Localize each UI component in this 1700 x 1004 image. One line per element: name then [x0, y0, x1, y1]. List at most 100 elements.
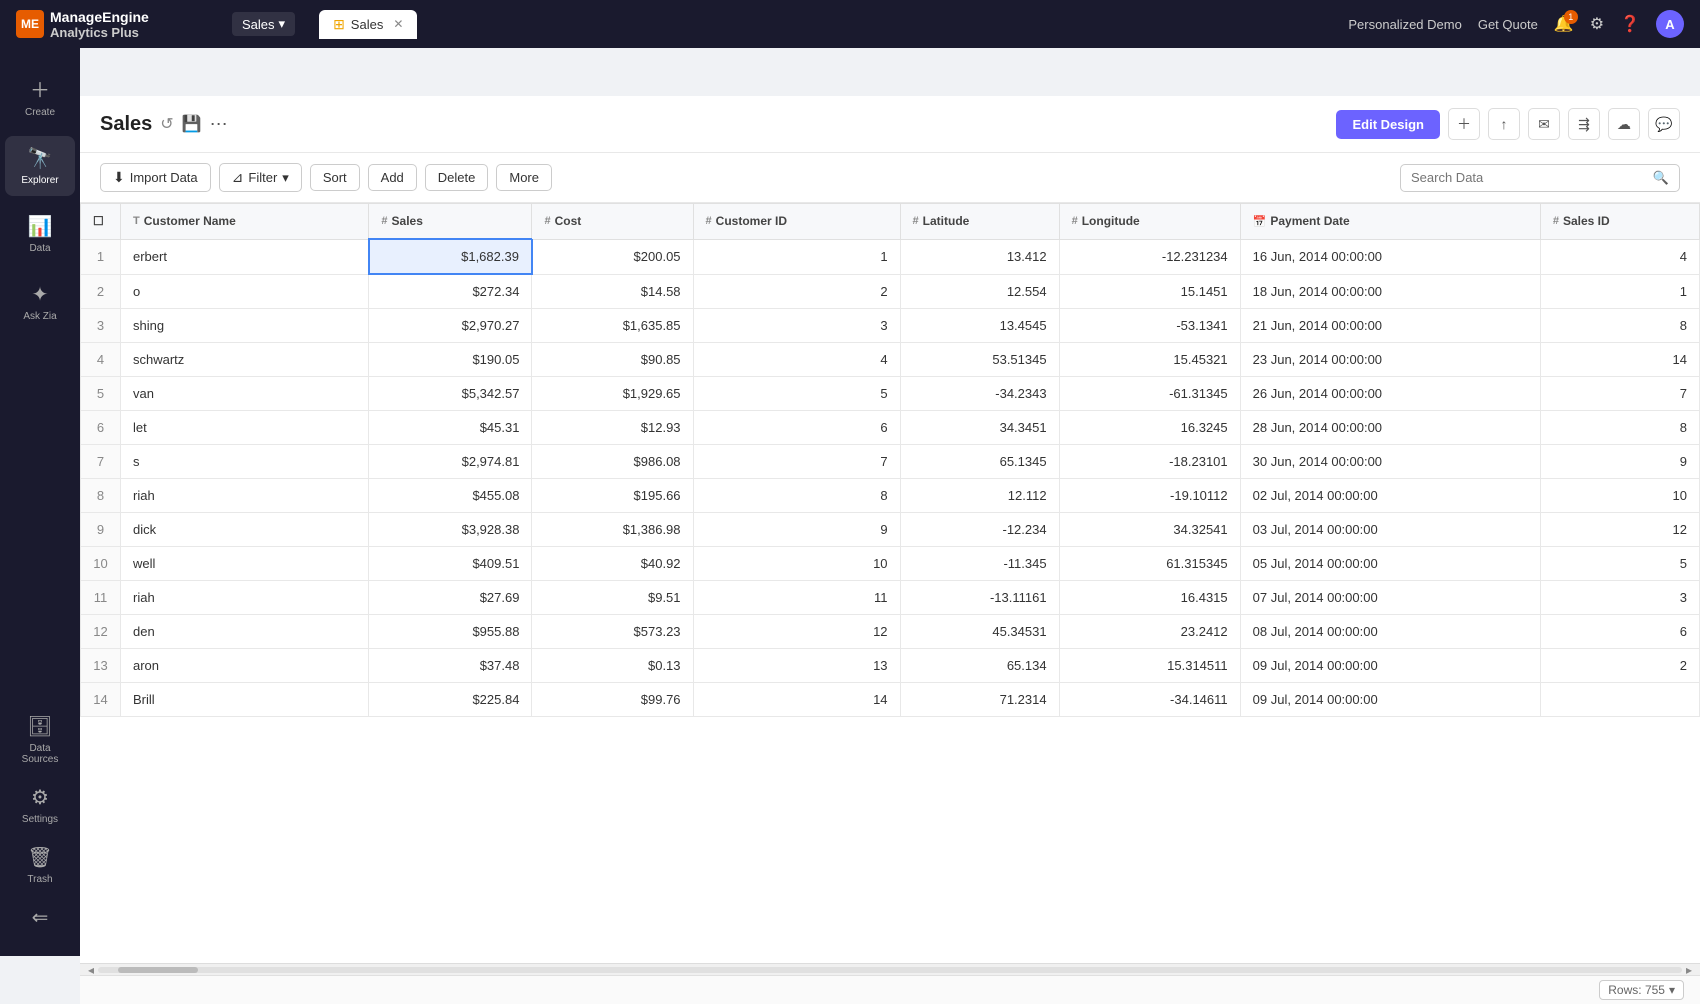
- col-header-sales[interactable]: # Sales: [369, 204, 532, 240]
- latitude-cell[interactable]: 34.3451: [900, 411, 1059, 445]
- row-number[interactable]: 10: [81, 547, 121, 581]
- row-number[interactable]: 8: [81, 479, 121, 513]
- cost-cell[interactable]: $14.58: [532, 274, 693, 309]
- longitude-cell[interactable]: -53.1341: [1059, 309, 1240, 343]
- latitude-cell[interactable]: 65.1345: [900, 445, 1059, 479]
- more-options-icon[interactable]: ⋯: [210, 114, 228, 135]
- sort-button[interactable]: Sort: [310, 164, 360, 191]
- cost-cell[interactable]: $200.05: [532, 239, 693, 274]
- sales-id-cell[interactable]: 2: [1540, 649, 1699, 683]
- sales-cell[interactable]: $190.05: [369, 343, 532, 377]
- sales-id-cell[interactable]: 9: [1540, 445, 1699, 479]
- longitude-cell[interactable]: 15.1451: [1059, 274, 1240, 309]
- payment-date-cell[interactable]: 07 Jul, 2014 00:00:00: [1240, 581, 1540, 615]
- sales-id-cell[interactable]: 14: [1540, 343, 1699, 377]
- latitude-cell[interactable]: -34.2343: [900, 377, 1059, 411]
- payment-date-cell[interactable]: 03 Jul, 2014 00:00:00: [1240, 513, 1540, 547]
- longitude-cell[interactable]: 16.4315: [1059, 581, 1240, 615]
- payment-date-cell[interactable]: 05 Jul, 2014 00:00:00: [1240, 547, 1540, 581]
- longitude-cell[interactable]: 16.3245: [1059, 411, 1240, 445]
- checkbox-icon[interactable]: ☐: [93, 214, 104, 228]
- col-header-cost[interactable]: # Cost: [532, 204, 693, 240]
- customer-name-cell[interactable]: riah: [121, 479, 369, 513]
- longitude-cell[interactable]: 23.2412: [1059, 615, 1240, 649]
- row-number[interactable]: 14: [81, 683, 121, 717]
- sidebar-item-data[interactable]: 📊 Data: [5, 204, 75, 264]
- latitude-cell[interactable]: 53.51345: [900, 343, 1059, 377]
- payment-date-cell[interactable]: 16 Jun, 2014 00:00:00: [1240, 239, 1540, 274]
- payment-date-cell[interactable]: 02 Jul, 2014 00:00:00: [1240, 479, 1540, 513]
- latitude-cell[interactable]: -11.345: [900, 547, 1059, 581]
- customer-name-cell[interactable]: van: [121, 377, 369, 411]
- sales-id-cell[interactable]: 5: [1540, 547, 1699, 581]
- latitude-cell[interactable]: 12.554: [900, 274, 1059, 309]
- personalized-demo-link[interactable]: Personalized Demo: [1348, 17, 1461, 32]
- customer-id-cell[interactable]: 13: [693, 649, 900, 683]
- sidebar-item-back[interactable]: ⇐: [5, 895, 75, 940]
- sales-cell[interactable]: $409.51: [369, 547, 532, 581]
- cost-cell[interactable]: $40.92: [532, 547, 693, 581]
- import-data-button[interactable]: ⬇ Import Data: [100, 163, 211, 192]
- sidebar-item-ask-zia[interactable]: ✦ Ask Zia: [5, 272, 75, 332]
- row-number[interactable]: 4: [81, 343, 121, 377]
- latitude-cell[interactable]: -12.234: [900, 513, 1059, 547]
- latitude-cell[interactable]: 12.112: [900, 479, 1059, 513]
- sales-id-cell[interactable]: 4: [1540, 239, 1699, 274]
- payment-date-cell[interactable]: 26 Jun, 2014 00:00:00: [1240, 377, 1540, 411]
- sales-tab[interactable]: ⊞ Sales ✕: [319, 10, 417, 39]
- customer-id-cell[interactable]: 14: [693, 683, 900, 717]
- customer-name-cell[interactable]: shing: [121, 309, 369, 343]
- cost-cell[interactable]: $90.85: [532, 343, 693, 377]
- latitude-cell[interactable]: 13.4545: [900, 309, 1059, 343]
- scroll-thumb[interactable]: [118, 967, 198, 973]
- sales-id-cell[interactable]: 7: [1540, 377, 1699, 411]
- help-icon[interactable]: ❓: [1620, 14, 1640, 34]
- customer-name-cell[interactable]: o: [121, 274, 369, 309]
- sales-cell[interactable]: $5,342.57: [369, 377, 532, 411]
- share-button[interactable]: ⇶: [1568, 108, 1600, 140]
- longitude-cell[interactable]: -61.31345: [1059, 377, 1240, 411]
- cost-cell[interactable]: $986.08: [532, 445, 693, 479]
- save-icon[interactable]: 💾: [182, 114, 202, 134]
- sidebar-item-settings[interactable]: ⚙ Settings: [5, 775, 75, 835]
- row-number[interactable]: 11: [81, 581, 121, 615]
- col-header-sales-id[interactable]: # Sales ID: [1540, 204, 1699, 240]
- sales-id-cell[interactable]: 1: [1540, 274, 1699, 309]
- notification-icon[interactable]: 🔔 1: [1554, 14, 1574, 34]
- avatar[interactable]: A: [1656, 10, 1684, 38]
- row-number[interactable]: 1: [81, 239, 121, 274]
- customer-id-cell[interactable]: 1: [693, 239, 900, 274]
- longitude-cell[interactable]: 34.32541: [1059, 513, 1240, 547]
- col-header-customer-id[interactable]: # Customer ID: [693, 204, 900, 240]
- row-number[interactable]: 2: [81, 274, 121, 309]
- sales-cell[interactable]: $455.08: [369, 479, 532, 513]
- export-button[interactable]: ↑: [1488, 108, 1520, 140]
- longitude-cell[interactable]: 15.45321: [1059, 343, 1240, 377]
- delete-button[interactable]: Delete: [425, 164, 489, 191]
- customer-id-cell[interactable]: 9: [693, 513, 900, 547]
- sales-cell[interactable]: $272.34: [369, 274, 532, 309]
- customer-name-cell[interactable]: riah: [121, 581, 369, 615]
- more-button[interactable]: More: [496, 164, 552, 191]
- row-number[interactable]: 6: [81, 411, 121, 445]
- row-number[interactable]: 3: [81, 309, 121, 343]
- sales-cell[interactable]: $27.69: [369, 581, 532, 615]
- sales-id-cell[interactable]: 8: [1540, 309, 1699, 343]
- latitude-cell[interactable]: 65.134: [900, 649, 1059, 683]
- refresh-icon[interactable]: ↺: [160, 114, 173, 134]
- col-header-payment-date[interactable]: 📅 Payment Date: [1240, 204, 1540, 240]
- customer-id-cell[interactable]: 10: [693, 547, 900, 581]
- customer-id-cell[interactable]: 3: [693, 309, 900, 343]
- customer-name-cell[interactable]: s: [121, 445, 369, 479]
- upload-button[interactable]: ☁: [1608, 108, 1640, 140]
- customer-name-cell[interactable]: Brill: [121, 683, 369, 717]
- sales-cell[interactable]: $2,970.27: [369, 309, 532, 343]
- payment-date-cell[interactable]: 28 Jun, 2014 00:00:00: [1240, 411, 1540, 445]
- customer-name-cell[interactable]: schwartz: [121, 343, 369, 377]
- cost-cell[interactable]: $0.13: [532, 649, 693, 683]
- customer-name-cell[interactable]: dick: [121, 513, 369, 547]
- customer-name-cell[interactable]: aron: [121, 649, 369, 683]
- cost-cell[interactable]: $12.93: [532, 411, 693, 445]
- customer-name-cell[interactable]: let: [121, 411, 369, 445]
- sales-id-cell[interactable]: 3: [1540, 581, 1699, 615]
